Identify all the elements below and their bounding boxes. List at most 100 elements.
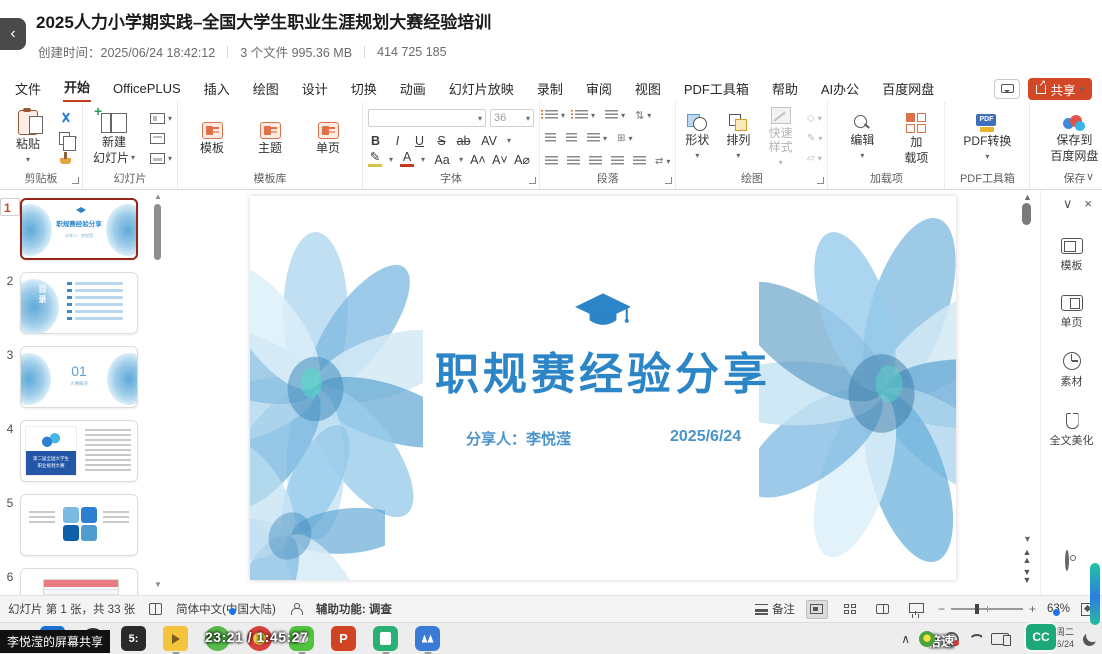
menu-officeplus[interactable]: OfficePLUS [112, 79, 182, 100]
line-spacing-button[interactable]: ▾ [605, 108, 625, 123]
new-slide-button[interactable]: 新建 幻灯片▾ [88, 113, 140, 165]
layout-button[interactable]: ▾ [150, 111, 172, 126]
arrange-button[interactable]: 排列 ▾ [722, 114, 754, 163]
scroll-up-icon[interactable]: ▲ [1023, 192, 1032, 202]
current-slide[interactable]: 职规赛经验分享 分享人：李悦滢 2025/6/24 [250, 196, 956, 580]
wifi-icon[interactable] [968, 634, 982, 645]
sidebar-item-beautify[interactable]: 全文美化 [1050, 411, 1094, 448]
taskbar-file-explorer[interactable] [163, 626, 188, 651]
grow-font-button[interactable]: A˄ [470, 153, 485, 167]
scroll-up-icon[interactable]: ▲ [154, 192, 162, 201]
system-clock[interactable]: 19:06 周二 2024/6/24 CC [1018, 626, 1074, 652]
menu-insert[interactable]: 插入 [203, 77, 231, 102]
italic-button[interactable]: I [390, 134, 405, 148]
clear-formatting-button[interactable]: A⌀ [514, 152, 529, 167]
scrollbar-thumb[interactable] [1022, 203, 1031, 225]
screen-share-handle[interactable] [1090, 563, 1100, 625]
do-not-disturb-moon-icon[interactable] [1082, 631, 1098, 647]
menu-help[interactable]: 帮助 [771, 77, 799, 102]
slide-thumbnail-5[interactable] [20, 494, 138, 556]
zoom-slider-handle[interactable] [975, 604, 979, 614]
pdf-convert-button[interactable]: PDF转换 ▾ [958, 114, 1016, 164]
reading-view-button[interactable] [872, 600, 894, 619]
zoom-out-button[interactable]: − [938, 602, 945, 616]
date-text[interactable]: 2025/6/24 [670, 428, 741, 446]
increase-indent-button[interactable] [566, 131, 577, 146]
tray-expand-chevron[interactable]: ∧ [901, 632, 910, 646]
menu-file[interactable]: 文件 [14, 77, 42, 102]
slide-thumbnail-4[interactable]: 第二届全国大学生 职业规划大赛 [20, 420, 138, 482]
numbering-button[interactable]: ▾ [575, 108, 595, 123]
menu-record[interactable]: 录制 [536, 77, 564, 102]
text-direction-button[interactable]: ⇄▾ [655, 154, 670, 169]
font-size-select[interactable]: 36▾ [490, 109, 534, 127]
slide-thumbnail-1[interactable]: 职规赛经验分享 分享人：李悦滢 [20, 198, 138, 260]
format-painter-button[interactable] [59, 151, 77, 166]
device-icon[interactable] [991, 633, 1009, 645]
menu-transitions[interactable]: 切换 [350, 77, 378, 102]
share-button[interactable]: 共享 ▾ [1028, 78, 1092, 100]
menu-baidu-netdisk[interactable]: 百度网盘 [881, 77, 935, 102]
align-left-button[interactable] [545, 156, 558, 167]
sidebar-close-icon[interactable]: × [1084, 196, 1092, 212]
scroll-down-icon[interactable]: ▼ [154, 580, 162, 589]
shape-effects-button[interactable]: ▱▾ [807, 151, 822, 166]
dialog-launcher-icon[interactable] [665, 177, 672, 184]
dialog-launcher-icon[interactable] [72, 177, 79, 184]
font-color-button[interactable]: A [400, 152, 414, 167]
ribbon-collapse-chevron[interactable]: ∨ [1086, 170, 1094, 183]
comments-button[interactable] [994, 79, 1020, 99]
bullets-button[interactable]: ▾ [545, 108, 565, 123]
change-case-button[interactable]: Aa [432, 153, 452, 167]
menu-review[interactable]: 审阅 [585, 77, 613, 102]
sidebar-collapse-chevron[interactable]: ∨ [1063, 196, 1073, 212]
align-center-button[interactable] [567, 156, 580, 167]
reset-button[interactable] [150, 131, 172, 146]
columns-button[interactable] [633, 156, 646, 167]
shapes-button[interactable]: 形状 ▾ [681, 114, 713, 163]
theme-button[interactable]: 主题 [247, 122, 293, 155]
addins-button[interactable]: 加 载项 [899, 113, 933, 165]
taskbar-clock-app[interactable]: 5: [121, 626, 146, 651]
font-name-select[interactable]: ▾ [368, 109, 486, 127]
bold-button[interactable]: B [368, 134, 383, 148]
slide-thumbnail-3[interactable]: 01 大赛概况 [20, 346, 138, 408]
shrink-font-button[interactable]: A˅ [492, 153, 507, 167]
tray-sync-icon[interactable] [944, 632, 959, 647]
sort-button[interactable]: ⇅▾ [635, 108, 651, 123]
shape-outline-button[interactable]: ✎▾ [807, 131, 822, 146]
character-spacing-button[interactable]: AV [478, 134, 500, 148]
taskbar-notebook-app[interactable] [373, 626, 398, 651]
strikethrough-button[interactable]: S [434, 134, 449, 148]
zoom-in-button[interactable]: + [1029, 602, 1036, 616]
quick-styles-button[interactable]: 快速样式 ▾ [763, 107, 798, 170]
slide-thumbnail-6[interactable] [20, 568, 138, 595]
sidebar-item-single-page[interactable]: 单页 [1061, 295, 1083, 330]
menu-ai-office[interactable]: AI办公 [820, 77, 860, 102]
menu-home[interactable]: 开始 [63, 75, 91, 103]
slide-title-text[interactable]: 职规赛经验分享 [250, 338, 956, 402]
slideshow-button[interactable] [905, 600, 927, 619]
dialog-launcher-icon[interactable] [529, 177, 536, 184]
editing-button[interactable]: 编辑 ▾ [839, 115, 885, 163]
dialog-launcher-icon[interactable] [817, 177, 824, 184]
highlight-color-button[interactable]: ✎ [368, 152, 382, 167]
notes-book-icon[interactable] [149, 603, 162, 615]
underline-button[interactable]: U [412, 134, 427, 148]
menu-pdf-tools[interactable]: PDF工具箱 [683, 77, 750, 102]
template-button[interactable]: 模板 [189, 122, 235, 155]
cut-button[interactable] [59, 111, 77, 126]
shape-fill-button[interactable]: ◇▾ [807, 111, 822, 126]
back-button[interactable]: ‹ [0, 18, 26, 50]
scroll-down-icon[interactable]: ▼ [1023, 534, 1032, 544]
canvas-scrollbar[interactable]: ▲ ▼ [1020, 192, 1034, 544]
slide-thumbnail-2[interactable]: 目录 [20, 272, 138, 334]
copy-button[interactable]: ▾ [59, 131, 77, 146]
save-to-baidu-button[interactable]: 保存到 百度网盘 [1043, 115, 1102, 163]
zoom-slider[interactable] [951, 608, 1023, 610]
menu-animations[interactable]: 动画 [399, 77, 427, 102]
thumbnail-scrollbar[interactable]: ▲ ▼ [151, 192, 164, 595]
slide-sorter-button[interactable] [839, 600, 861, 619]
menu-design[interactable]: 设计 [301, 77, 329, 102]
presenter-text[interactable]: 分享人：李悦滢 [466, 428, 571, 449]
